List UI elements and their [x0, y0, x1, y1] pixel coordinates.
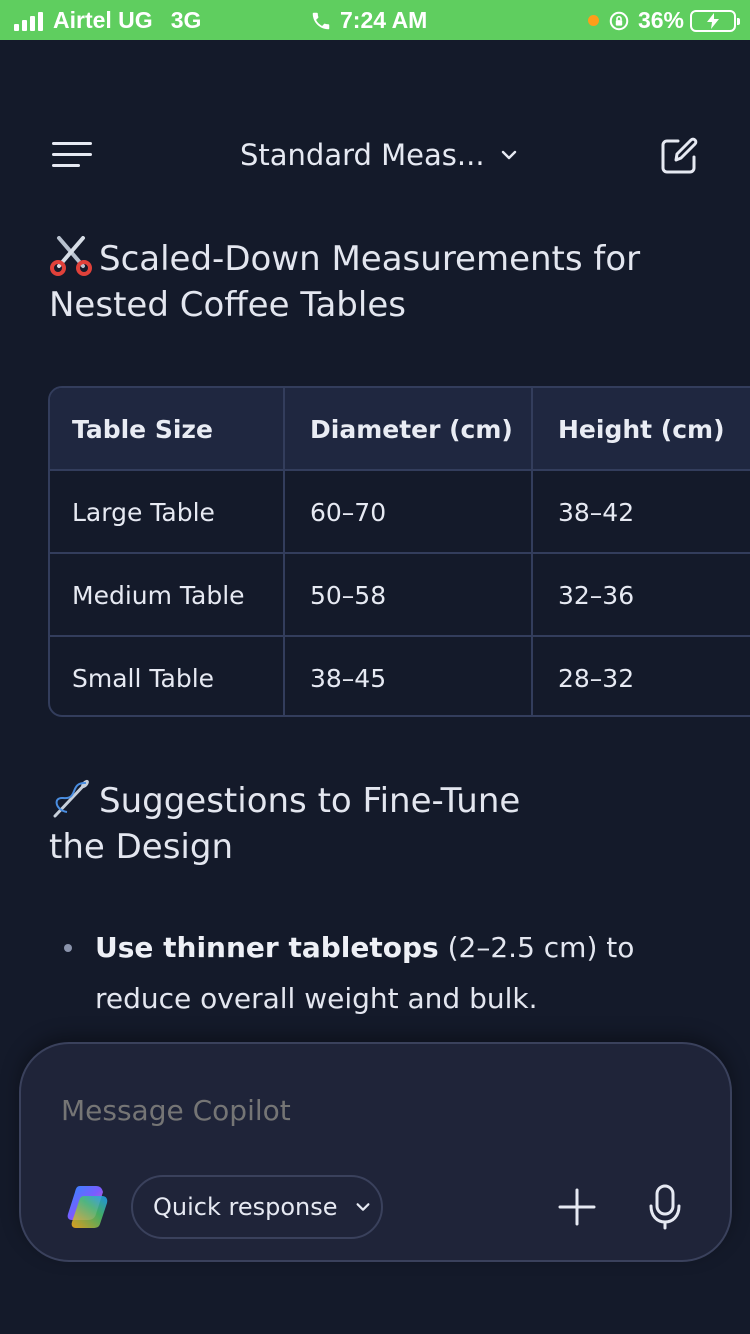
conversation-title: Standard Meas... [240, 138, 485, 172]
quick-response-label: Quick response [153, 1193, 338, 1221]
section-heading-text: Scaled-Down Measurements for Nested Coff… [49, 239, 641, 325]
app-root: Airtel UG 3G 7:24 AM 36% Standard Meas..… [0, 0, 750, 1334]
phone-icon [312, 12, 330, 29]
table-row: Large Table 60–70 38–42 [50, 469, 750, 554]
measurements-table: Table Size Diameter (cm) Height (cm) Lar… [48, 386, 750, 717]
conversation-title-dropdown[interactable]: Standard Meas... [240, 138, 519, 172]
table-row: Small Table 38–45 28–32 [50, 635, 750, 715]
quick-response-dropdown[interactable]: Quick response [131, 1175, 383, 1239]
table-header-row: Table Size Diameter (cm) Height (cm) [50, 388, 750, 471]
battery-percent: 36% [637, 7, 684, 33]
table-cell: 60–70 [285, 471, 533, 554]
message-composer: Quick response [19, 1042, 732, 1262]
microphone-icon[interactable] [648, 1184, 682, 1230]
table-header-cell: Height (cm) [533, 388, 750, 471]
status-bar: Airtel UG 3G 7:24 AM 36% [0, 0, 750, 40]
chevron-down-icon [356, 1203, 369, 1211]
privacy-indicator-dot [587, 15, 599, 26]
orientation-lock-icon [609, 11, 629, 30]
section-heading-suggestions: Suggestions to Fine-Tune the Design [49, 778, 529, 870]
chevron-down-icon [501, 150, 516, 160]
message-input[interactable] [61, 1094, 621, 1127]
table-cell: 38–42 [533, 471, 750, 554]
table-header-cell: Table Size [50, 388, 285, 471]
section-heading-measurements: Scaled-Down Measurements for Nested Coff… [49, 236, 669, 328]
signal-icon [14, 11, 43, 31]
plus-icon[interactable] [557, 1187, 597, 1227]
clock: 7:24 AM [340, 7, 428, 33]
copilot-logo-icon[interactable] [62, 1184, 112, 1230]
list-item-bold: Use thinner tabletops [95, 931, 439, 964]
carrier-label: Airtel UG [53, 7, 153, 33]
network-label: 3G [170, 7, 202, 33]
table-cell: 28–32 [533, 637, 750, 715]
list-item: Use thinner tabletops (2–2.5 cm) to redu… [64, 922, 684, 1024]
sewing-needle-icon [53, 779, 89, 818]
table-cell: Medium Table [50, 554, 285, 637]
table-cell: 38–45 [285, 637, 533, 715]
table-cell: 50–58 [285, 554, 533, 637]
section-heading-text: Suggestions to Fine-Tune the Design [49, 781, 521, 867]
table-header-cell: Diameter (cm) [285, 388, 533, 471]
new-chat-edit-icon[interactable] [658, 135, 700, 177]
table-cell: Small Table [50, 637, 285, 715]
suggestions-list: Use thinner tabletops (2–2.5 cm) to redu… [64, 922, 684, 1024]
table-cell: 32–36 [533, 554, 750, 637]
scissors-icon [50, 236, 92, 276]
battery-icon [690, 9, 740, 32]
menu-icon[interactable] [52, 140, 94, 170]
table-cell: Large Table [50, 471, 285, 554]
table-row: Medium Table 50–58 32–36 [50, 552, 750, 637]
